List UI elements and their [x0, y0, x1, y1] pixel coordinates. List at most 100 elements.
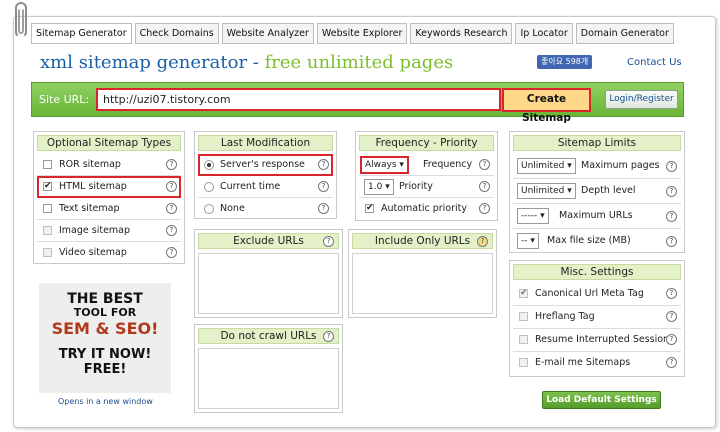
priority-row: 1.0 Priority?: [359, 176, 494, 198]
help-icon[interactable]: ?: [323, 236, 334, 247]
none-radio[interactable]: [204, 204, 214, 214]
help-icon[interactable]: ?: [166, 225, 177, 236]
tab-check-domains[interactable]: Check Domains: [134, 23, 219, 44]
html-checkbox[interactable]: ✔: [43, 182, 52, 191]
priority-select[interactable]: 1.0: [364, 179, 394, 195]
priority-label: Priority: [399, 181, 433, 192]
do-not-crawl-textarea[interactable]: [198, 348, 339, 409]
max-urls-select[interactable]: -----: [517, 208, 549, 224]
lastmod-server-response[interactable]: Server's response?: [198, 154, 333, 176]
help-icon[interactable]: ?: [166, 181, 177, 192]
ad-line-5: FREE!: [83, 362, 127, 378]
exclude-urls-title-text: Exclude URLs: [233, 235, 304, 247]
misc-email[interactable]: E-mail me Sitemaps?: [513, 352, 681, 375]
limit-max-pages: Unlimited Maximum pages?: [513, 154, 681, 179]
help-icon[interactable]: ?: [479, 181, 490, 192]
ror-checkbox[interactable]: [43, 160, 52, 169]
help-icon[interactable]: ?: [666, 161, 677, 172]
frequency-row: Always Frequency?: [359, 154, 494, 176]
tab-website-explorer[interactable]: Website Explorer: [316, 23, 408, 44]
frequency-select[interactable]: Always: [360, 156, 409, 174]
lastmod-current-time[interactable]: Current time?: [198, 176, 333, 198]
help-icon[interactable]: ?: [666, 357, 677, 368]
tab-ip-locator[interactable]: Ip Locator: [515, 23, 573, 44]
current-time-radio[interactable]: [204, 182, 214, 192]
help-icon[interactable]: ?: [323, 331, 334, 342]
server-response-radio[interactable]: [204, 160, 214, 170]
misc-resume[interactable]: Resume Interrupted Session?: [513, 329, 681, 352]
frequency-priority-panel: Frequency - Priority Always Frequency? 1.…: [355, 131, 498, 221]
automatic-priority-row[interactable]: ✔ Automatic priority?: [359, 198, 494, 220]
include-only-urls-textarea[interactable]: [352, 253, 493, 314]
max-pages-label: Maximum pages: [581, 160, 660, 171]
hreflang-label: Hreflang Tag: [535, 311, 595, 322]
help-icon[interactable]: ?: [666, 186, 677, 197]
image-label: Image sitemap: [59, 225, 131, 236]
facebook-like-button[interactable]: 좋아요 598개: [537, 55, 593, 69]
ad-line-3: SEM & SEO!: [51, 318, 159, 338]
site-url-input[interactable]: http://uzi07.tistory.com: [96, 88, 501, 111]
html-label: HTML sitemap: [59, 181, 127, 192]
help-icon[interactable]: ?: [318, 203, 329, 214]
automatic-priority-checkbox[interactable]: ✔: [365, 204, 374, 213]
automatic-priority-label: Automatic priority: [381, 203, 468, 214]
frequency-priority-title: Frequency - Priority: [359, 135, 494, 151]
help-icon[interactable]: ?: [479, 159, 490, 170]
misc-canonical[interactable]: ✔ Canonical Url Meta Tag?: [513, 283, 681, 306]
help-icon[interactable]: ?: [666, 311, 677, 322]
depth-level-label: Depth level: [581, 185, 636, 196]
tab-website-analyzer[interactable]: Website Analyzer: [221, 23, 314, 44]
depth-level-select[interactable]: Unlimited: [517, 183, 576, 199]
exclude-urls-textarea[interactable]: [198, 253, 339, 314]
option-ror-sitemap[interactable]: ROR sitemap?: [37, 154, 181, 176]
tab-sitemap-generator[interactable]: Sitemap Generator: [31, 23, 132, 44]
server-response-label: Server's response: [220, 159, 305, 170]
email-label: E-mail me Sitemaps: [535, 357, 631, 368]
lastmod-none[interactable]: None?: [198, 198, 333, 220]
email-checkbox[interactable]: [519, 358, 528, 367]
hreflang-checkbox[interactable]: [519, 312, 528, 321]
help-icon[interactable]: ?: [166, 203, 177, 214]
like-label: 좋아요 598개: [541, 57, 589, 66]
contact-us-link[interactable]: Contact Us: [627, 57, 682, 68]
help-icon[interactable]: ?: [318, 159, 329, 170]
sitemap-limits-panel: Sitemap Limits Unlimited Maximum pages? U…: [509, 131, 685, 253]
top-tabs: Sitemap Generator Check Domains Website …: [31, 23, 674, 44]
current-time-label: Current time: [220, 181, 281, 192]
none-label: None: [220, 203, 245, 214]
limit-max-urls: ----- Maximum URLs?: [513, 204, 681, 229]
resume-checkbox[interactable]: [519, 335, 528, 344]
help-icon[interactable]: ?: [666, 334, 677, 345]
create-sitemap-button[interactable]: Create Sitemap: [502, 88, 591, 124]
sitemap-limits-title: Sitemap Limits: [513, 135, 681, 151]
do-not-crawl-panel: Do not crawl URLs?: [194, 324, 343, 413]
image-checkbox[interactable]: [43, 226, 52, 235]
do-not-crawl-title-text: Do not crawl URLs: [220, 330, 317, 342]
help-icon[interactable]: ?: [477, 236, 488, 247]
video-label: Video sitemap: [59, 247, 127, 258]
help-icon[interactable]: ?: [318, 181, 329, 192]
help-icon[interactable]: ?: [479, 203, 490, 214]
canonical-checkbox[interactable]: ✔: [519, 289, 528, 298]
max-pages-select[interactable]: Unlimited: [517, 158, 576, 174]
sem-seo-ad-banner[interactable]: THE BEST TOOL FOR SEM & SEO! TRY IT NOW!…: [39, 283, 171, 393]
text-checkbox[interactable]: [43, 204, 52, 213]
help-icon[interactable]: ?: [166, 159, 177, 170]
include-only-urls-title: Include Only URLs?: [352, 233, 493, 249]
option-image-sitemap[interactable]: Image sitemap?: [37, 220, 181, 242]
help-icon[interactable]: ?: [666, 288, 677, 299]
option-text-sitemap[interactable]: Text sitemap?: [37, 198, 181, 220]
tab-domain-generator[interactable]: Domain Generator: [575, 23, 674, 44]
help-icon[interactable]: ?: [166, 247, 177, 258]
misc-hreflang[interactable]: Hreflang Tag?: [513, 306, 681, 329]
max-file-size-select[interactable]: --: [517, 233, 539, 249]
tab-keywords-research[interactable]: Keywords Research: [410, 23, 513, 44]
option-html-sitemap[interactable]: ✔ HTML sitemap?: [37, 176, 181, 198]
video-checkbox[interactable]: [43, 248, 52, 257]
help-icon[interactable]: ?: [666, 211, 677, 222]
option-video-sitemap[interactable]: Video sitemap?: [37, 242, 181, 264]
max-urls-label: Maximum URLs: [559, 210, 633, 221]
help-icon[interactable]: ?: [666, 236, 677, 247]
login-register-button[interactable]: Login/Register: [605, 90, 678, 109]
load-default-settings-button[interactable]: Load Default Settings: [542, 391, 661, 409]
